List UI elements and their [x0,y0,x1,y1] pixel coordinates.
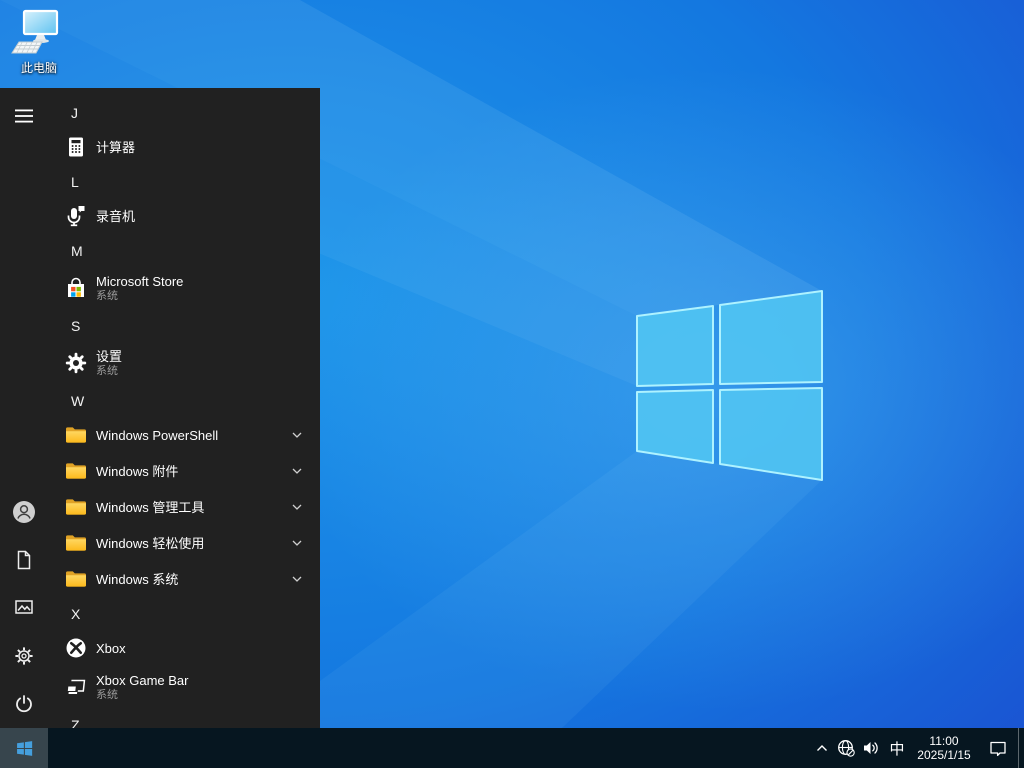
start-app-xbox[interactable]: Xbox [48,630,320,666]
tray-chevron-up-icon[interactable] [810,728,834,768]
chevron-down-icon[interactable] [290,500,304,514]
app-label: Windows 附件 [96,463,179,479]
hamburger-menu-icon[interactable] [10,102,38,130]
chevron-down-icon[interactable] [290,572,304,586]
start-folder-windows-system[interactable]: Windows 系统 [48,561,320,597]
volume-icon[interactable] [858,728,884,768]
chevron-down-icon[interactable] [290,464,304,478]
clock-time: 11:00 [929,734,959,748]
start-app-calculator[interactable]: 计算器 [48,129,320,165]
xbox-game-bar-icon [64,675,88,699]
microsoft-store-icon [64,276,88,300]
folder-icon [64,567,88,591]
app-label: Windows 轻松使用 [96,535,205,551]
settings-gear-icon [64,351,88,375]
folder-icon [64,531,88,555]
network-no-internet-icon[interactable] [834,728,858,768]
start-section-Z[interactable]: Z [48,708,320,729]
chevron-down-icon[interactable] [290,428,304,442]
user-account-icon[interactable] [10,498,38,526]
app-label: 计算器 [96,139,136,155]
xbox-icon [64,636,88,660]
folder-icon [64,423,88,447]
power-icon[interactable] [10,690,38,718]
system-tray: 中 11:00 2025/1/15 [810,728,1024,768]
start-section-W[interactable]: W [48,384,320,417]
clock-date: 2025/1/15 [917,748,971,762]
start-app-list: J 计算器 L 录音机 M Microsoft Store 系统 S 设置 系统… [48,88,320,728]
taskbar: 中 11:00 2025/1/15 [0,728,1024,768]
calculator-icon [64,135,88,159]
start-app-settings[interactable]: 设置 系统 [48,342,320,384]
start-section-J[interactable]: J [48,96,320,129]
app-label: Windows 系统 [96,571,179,587]
start-section-L[interactable]: L [48,165,320,198]
app-label: 录音机 [96,208,136,224]
start-menu: J 计算器 L 录音机 M Microsoft Store 系统 S 设置 系统… [0,88,320,728]
start-app-microsoft-store[interactable]: Microsoft Store 系统 [48,267,320,309]
desktop: 此电脑 J 计算器 L 录音机 M Microsoft Store 系统 S 设… [0,0,1024,768]
start-folder-windows-admin-tools[interactable]: Windows 管理工具 [48,489,320,525]
start-folder-windows-powershell[interactable]: Windows PowerShell [48,417,320,453]
start-app-xbox-game-bar[interactable]: Xbox Game Bar 系统 [48,666,320,708]
taskbar-clock[interactable]: 11:00 2025/1/15 [910,728,978,768]
settings-rail-icon[interactable] [10,642,38,670]
voice-recorder-icon [64,204,88,228]
app-label: Xbox [96,640,126,656]
show-desktop-button[interactable] [1018,728,1024,768]
this-pc-icon [11,9,59,54]
folder-icon [64,459,88,483]
start-section-M[interactable]: M [48,234,320,267]
ime-label: 中 [889,740,905,758]
pictures-icon[interactable] [10,593,38,621]
start-app-voice-recorder[interactable]: 录音机 [48,198,320,234]
desktop-icon-this-pc[interactable]: 此电脑 [9,8,69,76]
app-label: 设置 [96,348,123,364]
folder-icon [64,495,88,519]
start-folder-windows-ease-of-access[interactable]: Windows 轻松使用 [48,525,320,561]
ime-indicator[interactable]: 中 [884,728,910,768]
this-pc-label: 此电脑 [20,61,57,75]
documents-icon[interactable] [10,546,38,574]
start-folder-windows-accessories[interactable]: Windows 附件 [48,453,320,489]
app-label: Windows 管理工具 [96,499,205,515]
app-label: Microsoft Store [96,273,184,289]
windows-start-icon [16,740,32,756]
app-label: Xbox Game Bar [96,672,189,688]
action-center-icon[interactable] [978,728,1018,768]
start-section-S[interactable]: S [48,309,320,342]
start-section-X[interactable]: X [48,597,320,630]
start-button[interactable] [0,728,48,768]
app-label: Windows PowerShell [96,427,219,443]
app-sublabel: 系统 [96,364,118,377]
chevron-down-icon[interactable] [290,536,304,550]
app-sublabel: 系统 [96,289,118,302]
start-menu-rail [0,88,48,728]
app-sublabel: 系统 [96,688,118,701]
